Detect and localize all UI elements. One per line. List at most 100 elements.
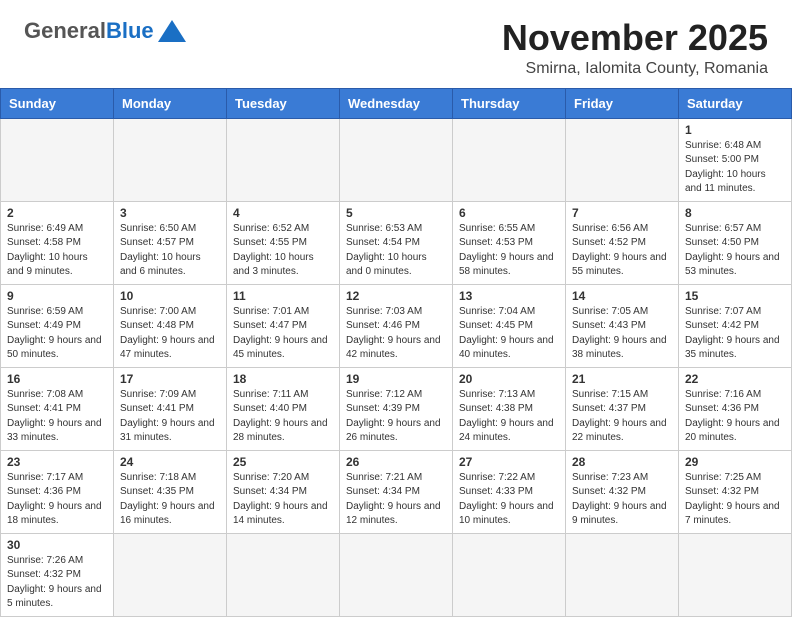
day-number: 26 bbox=[346, 455, 446, 469]
day-number: 23 bbox=[7, 455, 107, 469]
day-number: 11 bbox=[233, 289, 333, 303]
day-number: 22 bbox=[685, 372, 785, 386]
day-number: 10 bbox=[120, 289, 220, 303]
calendar-cell bbox=[227, 533, 340, 616]
day-info: Sunrise: 7:09 AM Sunset: 4:41 PM Dayligh… bbox=[120, 388, 220, 446]
day-info: Sunrise: 7:13 AM Sunset: 4:38 PM Dayligh… bbox=[459, 388, 559, 446]
day-info: Sunrise: 7:04 AM Sunset: 4:45 PM Dayligh… bbox=[459, 305, 559, 363]
calendar-cell bbox=[114, 118, 227, 201]
day-info: Sunrise: 7:21 AM Sunset: 4:34 PM Dayligh… bbox=[346, 471, 446, 529]
day-info: Sunrise: 7:11 AM Sunset: 4:40 PM Dayligh… bbox=[233, 388, 333, 446]
day-number: 16 bbox=[7, 372, 107, 386]
header: General Blue November 2025 Smirna, Ialom… bbox=[0, 0, 792, 88]
day-number: 7 bbox=[572, 206, 672, 220]
logo-general: General bbox=[24, 18, 106, 44]
calendar-cell: 10 Sunrise: 7:00 AM Sunset: 4:48 PM Dayli… bbox=[114, 284, 227, 367]
day-info: Sunrise: 6:50 AM Sunset: 4:57 PM Dayligh… bbox=[120, 222, 220, 280]
calendar-table: SundayMondayTuesdayWednesdayThursdayFrid… bbox=[0, 88, 792, 617]
col-header-saturday: Saturday bbox=[679, 88, 792, 118]
col-header-monday: Monday bbox=[114, 88, 227, 118]
calendar-cell bbox=[453, 533, 566, 616]
logo-icon bbox=[158, 20, 186, 42]
calendar-cell: 29 Sunrise: 7:25 AM Sunset: 4:32 PM Dayli… bbox=[679, 450, 792, 533]
day-info: Sunrise: 7:15 AM Sunset: 4:37 PM Dayligh… bbox=[572, 388, 672, 446]
calendar-cell bbox=[566, 533, 679, 616]
calendar-cell: 3 Sunrise: 6:50 AM Sunset: 4:57 PM Daylig… bbox=[114, 201, 227, 284]
week-row-1: 2Sunrise: 6:49 AM Sunset: 4:58 PM Daylig… bbox=[1, 201, 792, 284]
calendar-cell: 22Sunrise: 7:16 AM Sunset: 4:36 PM Dayli… bbox=[679, 367, 792, 450]
calendar-cell: 15Sunrise: 7:07 AM Sunset: 4:42 PM Dayli… bbox=[679, 284, 792, 367]
calendar-cell: 1Sunrise: 6:48 AM Sunset: 5:00 PM Daylig… bbox=[679, 118, 792, 201]
day-info: Sunrise: 7:25 AM Sunset: 4:32 PM Dayligh… bbox=[685, 471, 785, 529]
day-info: Sunrise: 7:05 AM Sunset: 4:43 PM Dayligh… bbox=[572, 305, 672, 363]
logo-blue: Blue bbox=[106, 18, 154, 44]
day-info: Sunrise: 6:56 AM Sunset: 4:52 PM Dayligh… bbox=[572, 222, 672, 280]
title-block: November 2025 Smirna, Ialomita County, R… bbox=[502, 18, 768, 78]
calendar-cell: 26 Sunrise: 7:21 AM Sunset: 4:34 PM Dayli… bbox=[340, 450, 453, 533]
calendar-cell: 25Sunrise: 7:20 AM Sunset: 4:34 PM Dayli… bbox=[227, 450, 340, 533]
day-info: Sunrise: 7:17 AM Sunset: 4:36 PM Dayligh… bbox=[7, 471, 107, 529]
calendar-cell bbox=[340, 533, 453, 616]
day-info: Sunrise: 6:49 AM Sunset: 4:58 PM Dayligh… bbox=[7, 222, 107, 280]
calendar-cell bbox=[679, 533, 792, 616]
calendar-cell bbox=[566, 118, 679, 201]
col-header-friday: Friday bbox=[566, 88, 679, 118]
calendar-cell: 24 Sunrise: 7:18 AM Sunset: 4:35 PM Dayli… bbox=[114, 450, 227, 533]
day-info: Sunrise: 6:52 AM Sunset: 4:55 PM Dayligh… bbox=[233, 222, 333, 280]
calendar-cell: 21 Sunrise: 7:15 AM Sunset: 4:37 PM Dayli… bbox=[566, 367, 679, 450]
calendar-cell: 11 Sunrise: 7:01 AM Sunset: 4:47 PM Dayli… bbox=[227, 284, 340, 367]
calendar-cell: 8Sunrise: 6:57 AM Sunset: 4:50 PM Daylig… bbox=[679, 201, 792, 284]
calendar-cell: 6Sunrise: 6:55 AM Sunset: 4:53 PM Daylig… bbox=[453, 201, 566, 284]
day-info: Sunrise: 7:26 AM Sunset: 4:32 PM Dayligh… bbox=[7, 554, 107, 612]
day-info: Sunrise: 7:01 AM Sunset: 4:47 PM Dayligh… bbox=[233, 305, 333, 363]
col-header-wednesday: Wednesday bbox=[340, 88, 453, 118]
calendar-cell: 23 Sunrise: 7:17 AM Sunset: 4:36 PM Dayli… bbox=[1, 450, 114, 533]
day-number: 13 bbox=[459, 289, 559, 303]
day-number: 4 bbox=[233, 206, 333, 220]
week-row-0: 1Sunrise: 6:48 AM Sunset: 5:00 PM Daylig… bbox=[1, 118, 792, 201]
col-header-sunday: Sunday bbox=[1, 88, 114, 118]
day-number: 1 bbox=[685, 123, 785, 137]
calendar-cell: 18Sunrise: 7:11 AM Sunset: 4:40 PM Dayli… bbox=[227, 367, 340, 450]
day-number: 24 bbox=[120, 455, 220, 469]
day-number: 21 bbox=[572, 372, 672, 386]
calendar-cell: 12Sunrise: 7:03 AM Sunset: 4:46 PM Dayli… bbox=[340, 284, 453, 367]
col-header-thursday: Thursday bbox=[453, 88, 566, 118]
page: General Blue November 2025 Smirna, Ialom… bbox=[0, 0, 792, 617]
calendar-cell: 28 Sunrise: 7:23 AM Sunset: 4:32 PM Dayli… bbox=[566, 450, 679, 533]
logo-text: General Blue bbox=[24, 18, 186, 44]
calendar-cell: 9 Sunrise: 6:59 AM Sunset: 4:49 PM Daylig… bbox=[1, 284, 114, 367]
header-row: SundayMondayTuesdayWednesdayThursdayFrid… bbox=[1, 88, 792, 118]
day-number: 14 bbox=[572, 289, 672, 303]
day-number: 3 bbox=[120, 206, 220, 220]
calendar-cell: 20Sunrise: 7:13 AM Sunset: 4:38 PM Dayli… bbox=[453, 367, 566, 450]
day-info: Sunrise: 7:18 AM Sunset: 4:35 PM Dayligh… bbox=[120, 471, 220, 529]
day-info: Sunrise: 7:23 AM Sunset: 4:32 PM Dayligh… bbox=[572, 471, 672, 529]
col-header-tuesday: Tuesday bbox=[227, 88, 340, 118]
calendar-cell: 30Sunrise: 7:26 AM Sunset: 4:32 PM Dayli… bbox=[1, 533, 114, 616]
day-number: 5 bbox=[346, 206, 446, 220]
day-info: Sunrise: 7:00 AM Sunset: 4:48 PM Dayligh… bbox=[120, 305, 220, 363]
day-number: 28 bbox=[572, 455, 672, 469]
day-number: 19 bbox=[346, 372, 446, 386]
week-row-4: 23 Sunrise: 7:17 AM Sunset: 4:36 PM Dayli… bbox=[1, 450, 792, 533]
calendar-cell bbox=[1, 118, 114, 201]
day-number: 29 bbox=[685, 455, 785, 469]
calendar-cell bbox=[453, 118, 566, 201]
calendar-cell: 27Sunrise: 7:22 AM Sunset: 4:33 PM Dayli… bbox=[453, 450, 566, 533]
day-info: Sunrise: 7:08 AM Sunset: 4:41 PM Dayligh… bbox=[7, 388, 107, 446]
logo: General Blue bbox=[24, 18, 186, 44]
calendar-cell: 16 Sunrise: 7:08 AM Sunset: 4:41 PM Dayli… bbox=[1, 367, 114, 450]
day-number: 9 bbox=[7, 289, 107, 303]
day-info: Sunrise: 7:12 AM Sunset: 4:39 PM Dayligh… bbox=[346, 388, 446, 446]
calendar-cell: 17 Sunrise: 7:09 AM Sunset: 4:41 PM Dayli… bbox=[114, 367, 227, 450]
day-number: 8 bbox=[685, 206, 785, 220]
calendar-cell bbox=[227, 118, 340, 201]
day-info: Sunrise: 7:03 AM Sunset: 4:46 PM Dayligh… bbox=[346, 305, 446, 363]
day-number: 17 bbox=[120, 372, 220, 386]
calendar-cell: 4 Sunrise: 6:52 AM Sunset: 4:55 PM Daylig… bbox=[227, 201, 340, 284]
calendar-cell bbox=[340, 118, 453, 201]
main-title: November 2025 bbox=[502, 18, 768, 58]
day-number: 6 bbox=[459, 206, 559, 220]
day-info: Sunrise: 6:59 AM Sunset: 4:49 PM Dayligh… bbox=[7, 305, 107, 363]
